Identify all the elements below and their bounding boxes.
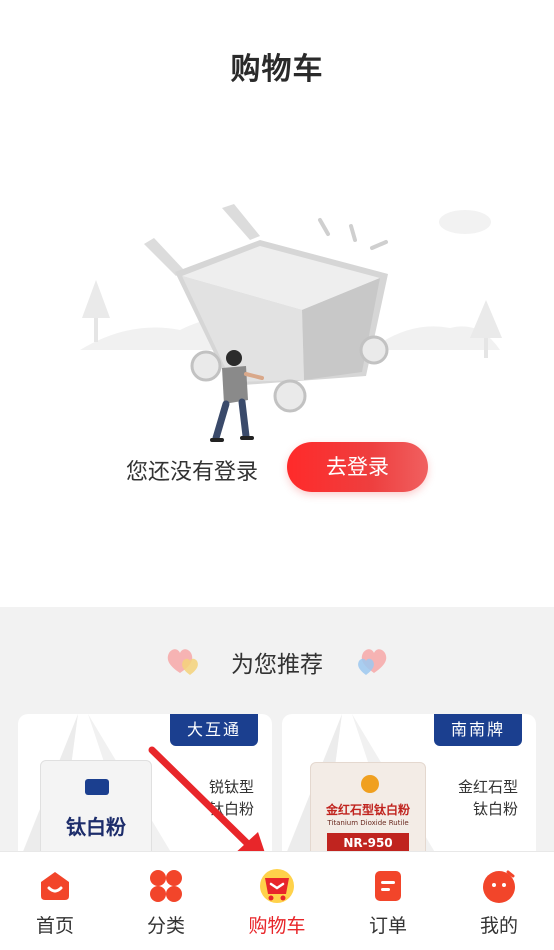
brand-tag: 大互通 bbox=[170, 714, 258, 746]
not-logged-in-message: 您还没有登录 bbox=[126, 460, 259, 485]
tab-label: 首页 bbox=[35, 915, 74, 937]
bag-subtitle: Titanium Dioxide Rutile bbox=[327, 819, 409, 827]
cart-icon bbox=[260, 869, 294, 903]
tab-label: 分类 bbox=[146, 915, 185, 937]
profile-icon bbox=[483, 870, 515, 903]
bottom-tab-bar: 首页 分类 购物车 订单 我的 bbox=[0, 851, 554, 950]
recommend-title: 为您推荐 bbox=[231, 652, 323, 678]
category-icon bbox=[150, 870, 182, 902]
tab-label: 我的 bbox=[479, 915, 518, 937]
bag-logo-icon bbox=[361, 775, 379, 793]
login-button[interactable]: 去登录 bbox=[287, 442, 428, 492]
bag-logo-icon bbox=[85, 779, 109, 795]
header: 购物车 bbox=[0, 0, 554, 120]
brand-tag: 南南牌 bbox=[434, 714, 522, 746]
tab-home[interactable]: 首页 bbox=[0, 852, 110, 950]
page-title: 购物车 bbox=[230, 52, 324, 87]
product-image: 钛白粉 bbox=[40, 760, 152, 864]
tab-category[interactable]: 分类 bbox=[111, 852, 221, 950]
heart-icon bbox=[358, 649, 387, 675]
tab-label: 订单 bbox=[368, 915, 407, 937]
product-name: 金红石型 钛白粉 bbox=[457, 778, 518, 818]
home-icon bbox=[41, 872, 69, 900]
tab-profile[interactable]: 我的 bbox=[444, 852, 554, 950]
product-image: 金红石型钛白粉 Titanium Dioxide Rutile NR-950 bbox=[310, 762, 426, 864]
recommend-header: 为您推荐 bbox=[0, 643, 554, 679]
product-name: 锐钛型 钛白粉 bbox=[208, 778, 254, 818]
bag-label: 钛白粉 bbox=[66, 815, 126, 839]
product-card[interactable]: 金红石型钛白粉 Titanium Dioxide Rutile NR-950 南… bbox=[282, 714, 536, 864]
tab-label: 购物车 bbox=[248, 915, 306, 937]
empty-cart-area: 您还没有登录 去登录 bbox=[0, 120, 554, 607]
empty-cart-illustration-icon bbox=[80, 204, 502, 442]
bag-label: 金红石型钛白粉 bbox=[325, 803, 410, 817]
order-icon bbox=[375, 871, 401, 901]
tab-cart[interactable]: 购物车 bbox=[222, 852, 332, 950]
login-row: 您还没有登录 去登录 bbox=[0, 442, 554, 494]
product-card[interactable]: 钛白粉 大互通 锐钛型 钛白粉 bbox=[18, 714, 272, 864]
tab-orders[interactable]: 订单 bbox=[333, 852, 443, 950]
bag-code: NR-950 bbox=[327, 833, 409, 853]
